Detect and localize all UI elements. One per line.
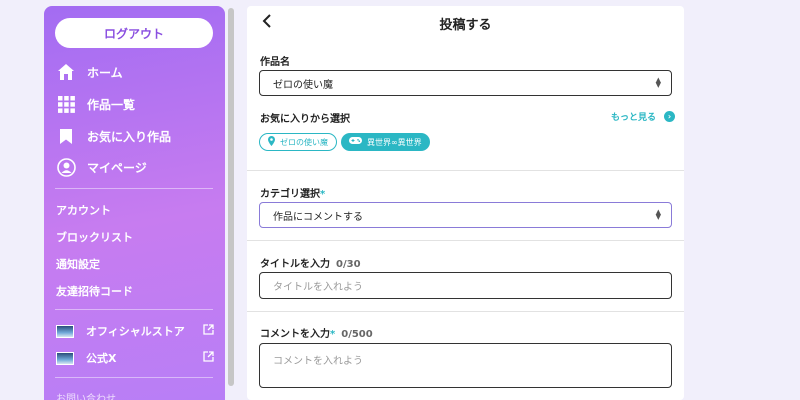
- bookmark-icon: [56, 126, 76, 146]
- title-input[interactable]: タイトルを入れよう: [259, 272, 672, 299]
- category-label-text: カテゴリ選択: [260, 189, 320, 200]
- select-arrows-icon: ▲ ▼: [655, 208, 661, 221]
- sidebar-item-home[interactable]: ホーム: [56, 62, 123, 82]
- store-thumbnail: [56, 324, 74, 338]
- comment-char-count: 0/500: [341, 329, 373, 340]
- title-char-count: 0/30: [336, 259, 361, 270]
- favorites-label: お気に入りから選択: [260, 114, 350, 125]
- sidebar: ログアウト ホーム 作品一覧 お気に入り作品 マイページ アカウント ブロックリ…: [44, 6, 225, 400]
- comment-placeholder: コメントを入れよう: [273, 356, 363, 367]
- sidebar-scrollbar[interactable]: [228, 8, 234, 386]
- favorite-chip[interactable]: 異世界∞異世界: [341, 133, 430, 151]
- gamepad-icon: [349, 136, 362, 148]
- see-more-label: もっと見る: [611, 113, 657, 123]
- category-value: 作品にコメントする: [273, 211, 363, 223]
- sidebar-item-works[interactable]: 作品一覧: [56, 94, 135, 114]
- title-placeholder: タイトルを入れよう: [273, 282, 363, 293]
- sidebar-item-label: 公式X: [86, 352, 117, 365]
- home-icon: [56, 62, 76, 82]
- chevron-right-icon: ›: [664, 111, 676, 122]
- sidebar-item-notifications[interactable]: 通知設定: [56, 256, 100, 272]
- see-more-link[interactable]: もっと見る ›: [611, 110, 676, 123]
- select-arrows-icon: ▲ ▼: [655, 76, 661, 89]
- comment-textarea[interactable]: コメントを入れよう: [259, 343, 672, 388]
- sidebar-divider: [55, 377, 213, 378]
- required-mark: *: [330, 329, 336, 340]
- sidebar-item-label: オフィシャルストア: [86, 325, 185, 338]
- section-divider: [247, 170, 684, 171]
- sidebar-item-label: お気に入り作品: [87, 129, 172, 144]
- category-select[interactable]: 作品にコメントする ▲ ▼: [259, 202, 672, 228]
- logout-button[interactable]: ログアウト: [55, 18, 213, 48]
- grid-icon: [56, 94, 76, 114]
- sidebar-item-label: 作品一覧: [87, 97, 136, 112]
- sidebar-item-contact[interactable]: お問い合わせ: [56, 390, 116, 400]
- section-divider: [247, 240, 684, 241]
- required-mark: *: [320, 189, 326, 200]
- work-name-label: 作品名: [260, 57, 290, 68]
- title-label: タイトルを入力 0/30: [260, 255, 361, 270]
- page-title: 投稿する: [439, 18, 492, 33]
- location-pin-icon: [268, 135, 275, 149]
- category-label: カテゴリ選択*: [260, 185, 325, 200]
- comment-label-text: コメントを入力: [260, 329, 330, 340]
- work-name-select[interactable]: ゼロの使い魔 ▲ ▼: [259, 70, 672, 96]
- section-divider: [247, 311, 684, 312]
- comment-label: コメントを入力* 0/500: [260, 325, 373, 340]
- sidebar-item-label: ホーム: [87, 65, 123, 80]
- title-label-text: タイトルを入力: [260, 259, 330, 270]
- external-link-icon: [203, 351, 214, 365]
- sidebar-divider: [55, 188, 213, 189]
- chip-label: 異世界∞異世界: [367, 137, 422, 147]
- external-link-icon: [203, 324, 214, 338]
- sidebar-item-label: マイページ: [87, 160, 147, 175]
- sidebar-item-blocklist[interactable]: ブロックリスト: [56, 229, 133, 245]
- sidebar-divider: [55, 309, 213, 310]
- favorite-chip[interactable]: ゼロの使い魔: [259, 133, 337, 151]
- sidebar-item-account[interactable]: アカウント: [56, 202, 111, 218]
- work-name-value: ゼロの使い魔: [273, 79, 333, 91]
- sidebar-item-favorites[interactable]: お気に入り作品: [56, 126, 171, 146]
- sidebar-item-mypage[interactable]: マイページ: [56, 157, 147, 177]
- chip-label: ゼロの使い魔: [280, 137, 328, 147]
- x-thumbnail: [56, 351, 74, 365]
- user-icon: [56, 157, 76, 177]
- sidebar-item-invite-code[interactable]: 友達招待コード: [56, 283, 133, 299]
- sidebar-item-official-store[interactable]: オフィシャルストア: [56, 323, 214, 339]
- sidebar-item-official-x[interactable]: 公式X: [56, 350, 214, 366]
